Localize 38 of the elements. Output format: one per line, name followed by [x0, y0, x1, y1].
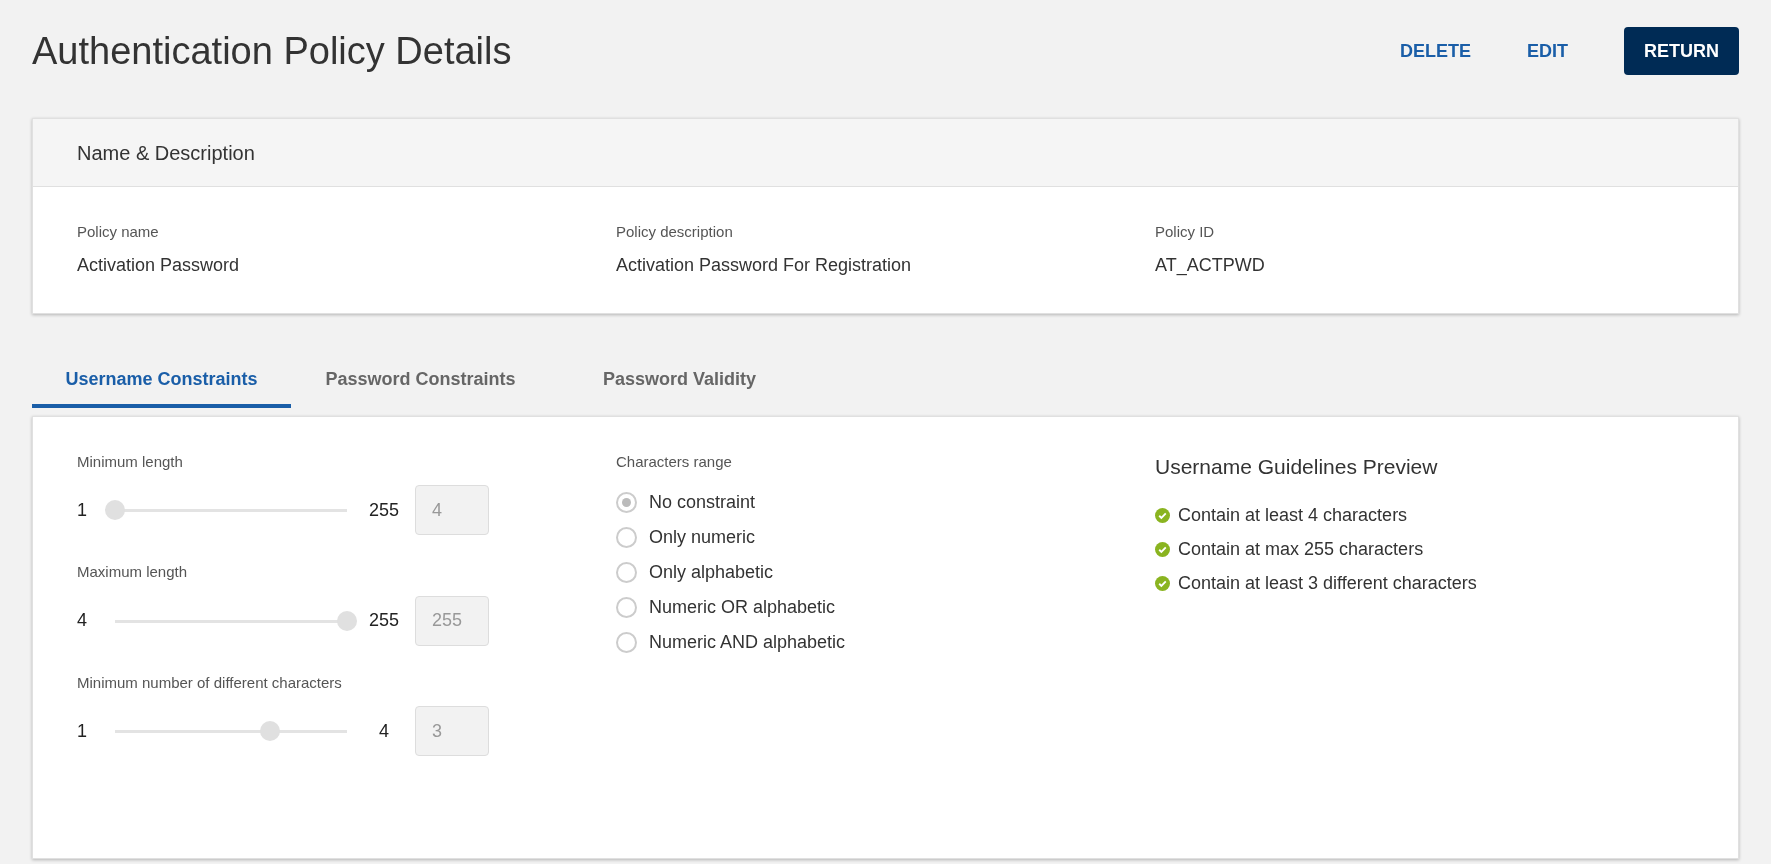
slider-max: 4 — [378, 719, 390, 743]
radio-group-label: Characters range — [616, 451, 733, 472]
tab[interactable]: Username Constraints — [32, 355, 291, 408]
tab[interactable]: Password Constraints — [291, 355, 550, 408]
radio-button[interactable] — [616, 492, 637, 513]
tab[interactable]: Password Validity — [550, 355, 809, 408]
slider-min: 1 — [77, 719, 88, 743]
radio-button[interactable] — [616, 597, 637, 618]
slider-max: 255 — [367, 609, 400, 632]
return-button[interactable]: RETURN — [1624, 27, 1739, 75]
delete-button[interactable]: DELETE — [1375, 27, 1495, 75]
field-label: Policy ID — [1155, 222, 1216, 242]
slider-label: Minimum number of different characters — [77, 672, 343, 693]
radio-button[interactable] — [616, 632, 637, 653]
radio-label: No constraint — [649, 491, 756, 514]
radio-button[interactable] — [616, 527, 637, 548]
field-label: Policy description — [616, 222, 734, 242]
guideline-text: Contain at max 255 characters — [1178, 537, 1424, 561]
slider-label: Maximum length — [77, 562, 189, 582]
field-value: Activation Password For Registration — [616, 253, 913, 277]
radio-button[interactable] — [616, 562, 637, 583]
guideline-text: Contain at least 4 characters — [1178, 503, 1408, 527]
edit-button[interactable]: EDIT — [1503, 27, 1592, 75]
radio-label: Numeric AND alphabetic — [649, 631, 846, 654]
radio-label: Only numeric — [649, 526, 756, 549]
field-label: Policy name — [77, 222, 160, 242]
preview-title: Username Guidelines Preview — [1155, 453, 1439, 480]
slider-label: Minimum length — [77, 451, 184, 472]
slider-min: 1 — [77, 498, 88, 522]
slider-min: 4 — [77, 609, 88, 632]
radio-label: Numeric OR alphabetic — [649, 596, 836, 619]
field-value: Activation Password — [77, 253, 241, 277]
field-value: AT_ACTPWD — [1155, 253, 1266, 278]
slider-max: 255 — [367, 498, 400, 522]
card-title: Name & Description — [77, 140, 255, 166]
guideline-text: Contain at least 3 different characters — [1178, 571, 1477, 595]
page-title: Authentication Policy Details — [32, 32, 512, 70]
radio-label: Only alphabetic — [649, 561, 774, 584]
